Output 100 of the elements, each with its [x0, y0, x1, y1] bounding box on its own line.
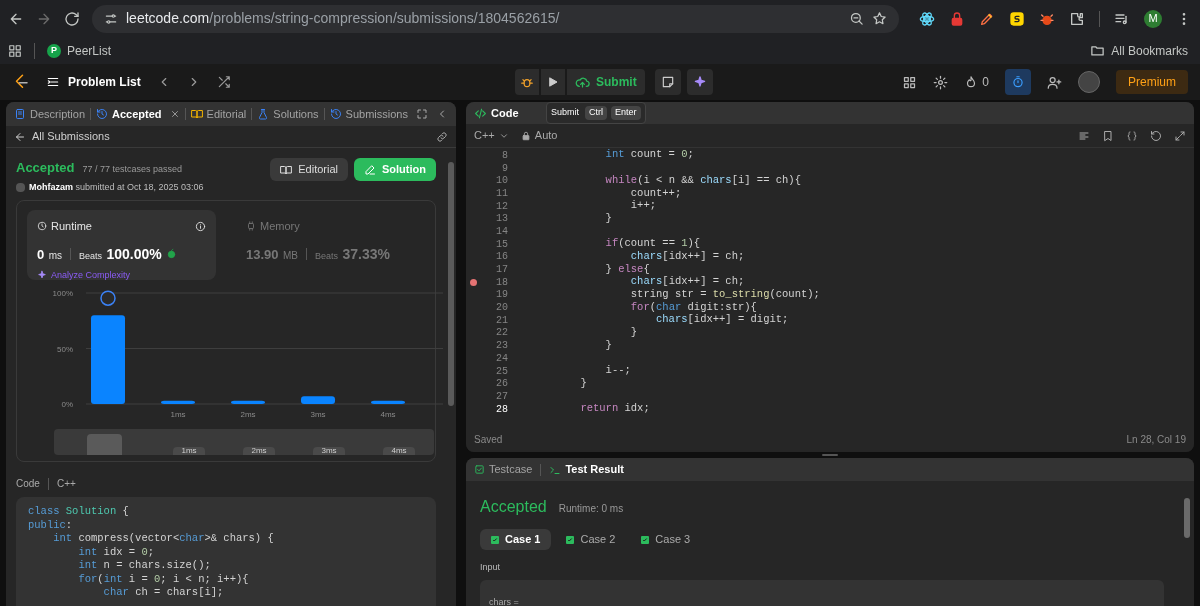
case-tab[interactable]: Case 3: [630, 529, 702, 550]
info-icon[interactable]: [195, 220, 206, 232]
scrollbar[interactable]: [1184, 498, 1190, 538]
bar[interactable]: [161, 400, 195, 404]
minimap-bar: [86, 434, 122, 455]
line-number: 10: [495, 174, 508, 189]
ai-button[interactable]: [686, 69, 713, 95]
star-icon[interactable]: [872, 11, 887, 26]
lock-icon: [520, 130, 531, 141]
shuffle-icon[interactable]: [216, 75, 231, 89]
code-line: int n = chars.size();: [77, 559, 211, 573]
panel-tab[interactable]: Testcase: [474, 461, 533, 478]
panel-tab[interactable]: Submissions: [329, 105, 408, 123]
code-line: i++;: [629, 198, 657, 214]
line-number: 22: [495, 326, 508, 341]
expand-icon[interactable]: [1174, 129, 1186, 142]
all-bookmarks-button[interactable]: All Bookmarks: [1090, 41, 1188, 60]
add-user-icon[interactable]: [1047, 74, 1062, 90]
fullscreen-icon[interactable]: [416, 108, 428, 120]
avatar-marker: [100, 290, 116, 306]
timer-icon: [1011, 75, 1025, 89]
bookmark-link[interactable]: P PeerList: [47, 41, 112, 60]
resize-handle[interactable]: [822, 454, 838, 456]
atom-icon[interactable]: [919, 10, 935, 27]
close-icon[interactable]: [169, 109, 180, 119]
document-icon: [14, 108, 26, 120]
auto-mode-label[interactable]: Auto: [520, 127, 558, 144]
flask-icon: [257, 108, 270, 120]
stat-title: Memory: [260, 219, 300, 234]
testcases-text: 77 / 77 testcases passed: [82, 163, 183, 176]
bar[interactable]: [231, 400, 265, 404]
language-dropdown[interactable]: C++: [474, 127, 509, 144]
timer-button[interactable]: [1005, 69, 1031, 95]
lock-icon[interactable]: [949, 10, 965, 27]
runtime-text: Runtime: 0 ms: [558, 502, 624, 516]
layout-icon[interactable]: [902, 74, 918, 90]
memory-card[interactable]: Memory 13.90 MB Beats 37.33%: [236, 210, 425, 280]
list-icon: [46, 75, 60, 89]
line-number: 9: [501, 161, 508, 176]
panel-tab[interactable]: Editorial: [190, 105, 247, 123]
settings-icon[interactable]: [933, 74, 949, 90]
streak-counter[interactable]: 0: [964, 73, 989, 91]
note-button[interactable]: [654, 69, 681, 95]
problem-list-button[interactable]: Problem List: [46, 73, 141, 91]
apps-grid-icon[interactable]: [8, 43, 22, 58]
braces-icon[interactable]: [1126, 129, 1138, 142]
variable-label: chars =: [489, 596, 519, 606]
sparkle-icon: [692, 75, 707, 89]
line-number: 19: [495, 288, 508, 303]
line-number: 25: [495, 364, 508, 379]
case-tab[interactable]: Case 2: [555, 529, 627, 550]
editorial-button[interactable]: Editorial: [270, 158, 348, 181]
premium-button[interactable]: Premium: [1116, 70, 1188, 94]
line-number: 23: [495, 339, 508, 354]
bar[interactable]: [371, 400, 405, 404]
code-line: }: [579, 375, 587, 391]
scrollbar[interactable]: [448, 162, 454, 406]
code-line: } else{: [604, 261, 650, 276]
chart-minimap[interactable]: 1ms 2ms 3ms 4ms: [54, 429, 434, 455]
axis-label: 4ms: [380, 410, 396, 419]
chip-icon: [246, 221, 256, 232]
reload-icon[interactable]: [64, 10, 80, 27]
save-status: Saved: [474, 432, 503, 447]
panel-tab[interactable]: Accepted: [96, 105, 180, 123]
input-label: Input: [480, 561, 502, 574]
code-line: int count = 0;: [604, 148, 694, 163]
back-link[interactable]: All Submissions: [14, 128, 110, 145]
user-avatar: [16, 182, 25, 192]
shortcut-tooltip: Submit Ctrl Enter: [546, 102, 646, 124]
extension-s-icon[interactable]: [1009, 10, 1025, 27]
code-line: public:: [28, 518, 73, 532]
url-text: leetcode.com/problems/string-compression/submissions/1804562615/: [126, 9, 560, 28]
submit-button[interactable]: Submit: [567, 69, 645, 95]
bookmark-icon[interactable]: [1102, 129, 1114, 142]
code-line: return idx;: [579, 401, 650, 417]
line-number: 11: [495, 186, 508, 201]
breakpoint-icon[interactable]: [469, 278, 477, 286]
code-line: chars[idx++] = ch;: [629, 274, 745, 289]
code-line: int idx = 0;: [77, 545, 155, 559]
code-line: int compress(vector<char>& chars) {: [52, 532, 274, 546]
panel-tab[interactable]: Description: [14, 105, 86, 123]
link-icon[interactable]: [436, 130, 448, 143]
run-button[interactable]: [541, 69, 565, 95]
puzzle-icon[interactable]: [1069, 10, 1085, 27]
stat-value: 0 ms: [37, 245, 63, 264]
code-line: for(int i = 0; i < n; i++){: [77, 572, 249, 586]
panel-tab[interactable]: Solutions: [257, 105, 319, 123]
zoom-icon[interactable]: [849, 11, 864, 26]
address-bar[interactable]: leetcode.com/problems/string-compression/submissions/1804562615/: [92, 4, 899, 33]
history-icon: [329, 108, 342, 120]
format-icon[interactable]: [1078, 129, 1090, 142]
profile-avatar[interactable]: M: [1144, 9, 1162, 28]
code-line: count++;: [629, 185, 682, 200]
line-number: 27: [495, 389, 508, 404]
reset-icon[interactable]: [1150, 129, 1162, 142]
runtime-card[interactable]: Runtime 0 ms Beats 100.00% Analyze Complexity: [27, 210, 216, 280]
user-avatar[interactable]: [1078, 71, 1100, 93]
case-tab[interactable]: Case 1: [480, 529, 552, 550]
debug-button[interactable]: [515, 69, 539, 95]
panel-tab[interactable]: Test Result: [549, 461, 624, 478]
